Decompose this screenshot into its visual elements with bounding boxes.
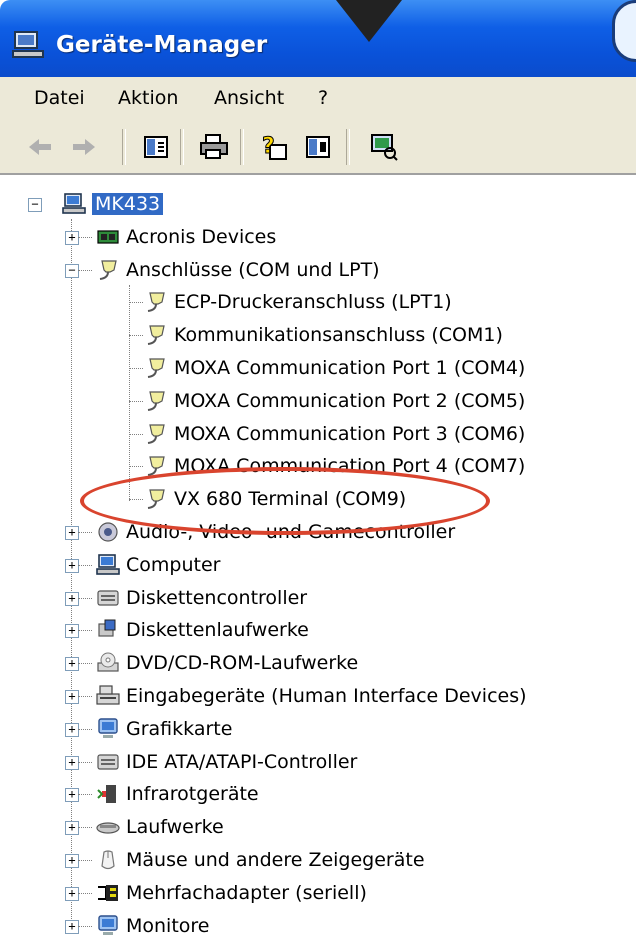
tree-item-label: Diskettencontroller xyxy=(126,586,308,609)
toolbar: ? xyxy=(0,121,636,175)
tree-category-10[interactable]: Infrarotgeräte xyxy=(96,779,259,809)
tree-category-13[interactable]: Mehrfachadapter (seriell) xyxy=(96,878,367,908)
controller-icon xyxy=(96,586,120,610)
tree-port-4[interactable]: MOXA Communication Port 3 (COM6) xyxy=(144,419,525,449)
tree-category-0[interactable]: Acronis Devices xyxy=(96,222,276,252)
print-icon[interactable] xyxy=(198,131,230,163)
tree-category-5[interactable]: Diskettenlaufwerke xyxy=(96,615,309,645)
tree-category-12[interactable]: Mäuse und andere Zeigegeräte xyxy=(96,845,425,875)
expander-6[interactable]: + xyxy=(65,657,79,672)
tree-category-3[interactable]: Computer xyxy=(96,550,220,580)
tree-category-9[interactable]: IDE ATA/ATAPI-Controller xyxy=(96,747,357,777)
tree-port-2[interactable]: MOXA Communication Port 1 (COM4) xyxy=(144,353,525,383)
tree-port-1[interactable]: Kommunikationsanschluss (COM1) xyxy=(144,320,503,350)
properties-icon[interactable] xyxy=(140,131,172,163)
port-icon xyxy=(144,422,168,446)
tree-item-label: MOXA Communication Port 3 (COM6) xyxy=(174,422,526,445)
expander-2[interactable]: + xyxy=(65,526,79,540)
view-icon[interactable] xyxy=(302,131,334,163)
tree-item-label: Acronis Devices xyxy=(126,225,277,248)
menu-ansicht[interactable]: Ansicht xyxy=(214,87,284,109)
expander-11[interactable]: + xyxy=(65,821,79,836)
tree-category-14[interactable]: Monitore xyxy=(96,911,210,941)
audio-icon xyxy=(96,520,120,544)
expander-4[interactable]: + xyxy=(65,591,79,606)
expander-7[interactable]: + xyxy=(65,690,79,704)
tree-item-label: Diskettenlaufwerke xyxy=(126,619,309,642)
drive-icon xyxy=(96,815,120,839)
expander-10[interactable]: + xyxy=(65,788,79,803)
port-icon xyxy=(96,258,120,282)
expander-14[interactable]: + xyxy=(65,919,79,934)
port-icon xyxy=(144,389,168,413)
tree-item-label: Infrarotgeräte xyxy=(126,783,259,806)
floppy-icon xyxy=(96,618,120,642)
cd-icon xyxy=(96,651,120,675)
tree-category-4[interactable]: Diskettencontroller xyxy=(96,583,307,613)
computer-icon xyxy=(62,192,86,216)
expander-5[interactable]: + xyxy=(65,624,79,639)
device-manager-icon xyxy=(12,31,44,58)
tree-category-1[interactable]: Anschlüsse (COM und LPT) xyxy=(96,255,380,285)
expander-13[interactable]: + xyxy=(65,886,79,901)
hid-icon xyxy=(96,684,120,708)
port-icon xyxy=(144,290,168,314)
tree-item-label: DVD/CD-ROM-Laufwerke xyxy=(126,652,359,675)
tree-item-label: Computer xyxy=(126,553,221,576)
tree-item-label: ECP-Druckeranschluss (LPT1) xyxy=(174,291,452,314)
pointer-arrow-icon xyxy=(336,0,402,42)
scan-hardware-icon[interactable] xyxy=(368,131,400,163)
menu-help[interactable]: ? xyxy=(318,87,328,109)
expander-1[interactable]: − xyxy=(65,263,79,278)
tree-root-computer[interactable]: MK433 xyxy=(62,189,164,219)
tree-item-label: Mäuse und andere Zeigegeräte xyxy=(126,849,425,871)
tree-category-7[interactable]: Eingabegeräte (Human Interface Devices) xyxy=(96,681,527,711)
chip-icon xyxy=(96,225,120,249)
tree-item-label: Anschlüsse (COM und LPT) xyxy=(126,258,380,281)
tree-item-label: IDE ATA/ATAPI-Controller xyxy=(126,750,358,773)
expander-0[interactable]: + xyxy=(65,230,79,245)
tree-port-0[interactable]: ECP-Druckeranschluss (LPT1) xyxy=(144,287,452,317)
svg-text:?: ? xyxy=(262,134,275,159)
controller-icon xyxy=(96,750,120,774)
tree-item-label: MOXA Communication Port 1 (COM4) xyxy=(174,357,526,379)
tree-item-label: Monitore xyxy=(126,914,210,937)
expander-12[interactable]: + xyxy=(65,854,79,868)
back-icon[interactable] xyxy=(24,131,56,163)
menu-datei[interactable]: Datei xyxy=(34,87,85,109)
tree-item-label: Eingabegeräte (Human Interface Devices) xyxy=(126,685,527,707)
title-bar[interactable]: Geräte-Manager xyxy=(0,0,636,77)
port-icon xyxy=(144,323,168,347)
tree-port-3[interactable]: MOXA Communication Port 2 (COM5) xyxy=(144,386,525,416)
expander-8[interactable]: + xyxy=(65,722,79,737)
tree-category-11[interactable]: Laufwerke xyxy=(96,812,224,842)
port-icon xyxy=(144,356,168,380)
mouse-icon xyxy=(96,848,120,872)
forward-icon[interactable] xyxy=(68,131,100,163)
expander-9[interactable]: + xyxy=(65,755,79,770)
root-expander[interactable]: − xyxy=(28,198,42,212)
highlight-ellipse xyxy=(80,467,490,535)
tree-item-label: Laufwerke xyxy=(126,816,224,839)
expander-3[interactable]: + xyxy=(65,558,79,573)
tree-item-label: MOXA Communication Port 2 (COM5) xyxy=(174,389,526,412)
menu-bar: Datei Aktion Ansicht ? xyxy=(0,77,636,122)
tree-item-label: Mehrfachadapter (seriell) xyxy=(126,881,367,904)
help-icon[interactable]: ? xyxy=(258,131,290,163)
tree-category-8[interactable]: Grafikkarte xyxy=(96,714,232,744)
window-title: Geräte-Manager xyxy=(56,32,268,58)
computer-icon xyxy=(96,553,120,577)
tree-category-6[interactable]: DVD/CD-ROM-Laufwerke xyxy=(96,648,358,678)
infrared-icon xyxy=(96,782,120,806)
tree-item-label: Kommunikationsanschluss (COM1) xyxy=(174,324,503,347)
device-tree: − MK433 + Acronis Devices − Anschlüsse (COM u… xyxy=(0,175,636,944)
menu-aktion[interactable]: Aktion xyxy=(118,87,178,109)
multiport-icon xyxy=(96,881,120,905)
monitor-icon xyxy=(96,914,120,938)
tree-item-label: MK433 xyxy=(92,193,164,215)
monitor-icon xyxy=(96,717,120,741)
tree-item-label: Grafikkarte xyxy=(126,717,233,740)
